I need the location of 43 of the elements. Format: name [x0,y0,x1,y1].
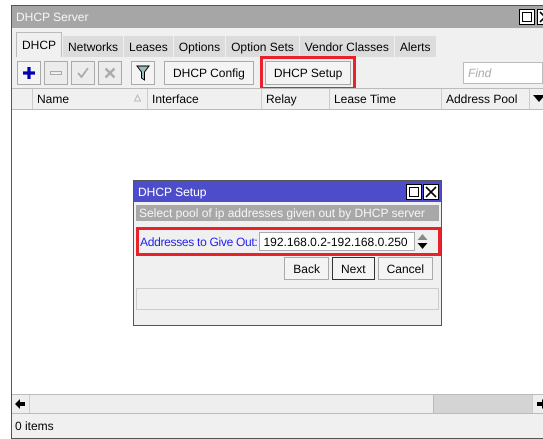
find-field[interactable]: Find [463,62,543,84]
column-title: Address Pool [446,92,518,106]
up-down-arrows-icon[interactable] [417,232,428,250]
column-title: Name [37,92,70,106]
column-header[interactable]: Name [33,89,148,109]
dialog-button[interactable]: Back [284,257,329,280]
close-icon[interactable] [423,184,439,200]
toolbar-button[interactable]: DHCP Config [164,61,254,85]
column-header[interactable]: Interface [148,89,262,109]
scroll-thumb[interactable] [433,395,532,413]
tab[interactable]: Vendor Classes [300,36,394,57]
tab[interactable]: Options [174,36,226,57]
column-title: Interface [152,92,199,106]
filter-icon [136,65,150,81]
toolbar-button[interactable]: DHCP Setup [264,61,352,85]
tab[interactable]: DHCP [16,32,62,57]
plus-icon [22,66,36,80]
column-title: Relay [266,92,297,106]
tab[interactable]: Alerts [394,36,436,57]
dialog-instruction: Select pool of ip addresses given out by DHCP server [136,205,439,221]
tab[interactable]: Option Sets [226,36,299,57]
item-count: 0 items [15,419,54,433]
column-header[interactable]: Address Pool [442,89,530,109]
add-button[interactable] [17,61,41,85]
dialog-button[interactable]: Next [332,257,375,280]
maximize-icon[interactable] [519,9,535,25]
cross-icon [103,66,117,80]
check-icon [76,66,90,80]
window-title: DHCP Server [16,10,90,24]
column-title: Lease Time [334,92,396,106]
horizontal-scrollbar[interactable] [12,394,543,414]
dialog-title: DHCP Setup [138,184,208,198]
left-arrow-icon[interactable] [15,399,25,409]
field-label: Addresses to Give Out: [140,234,258,248]
dropdown-icon[interactable] [533,95,543,103]
addresses-field[interactable]: 192.168.0.2-192.168.0.250 [259,232,416,251]
column-header[interactable]: Relay [262,89,330,109]
filter-button[interactable] [131,61,155,85]
dialog-button[interactable]: Cancel [378,257,433,280]
maximize-icon[interactable] [406,184,422,200]
tab[interactable]: Leases [124,36,173,57]
tab[interactable]: Networks [63,36,124,57]
column-header[interactable]: Lease Time [330,89,442,109]
